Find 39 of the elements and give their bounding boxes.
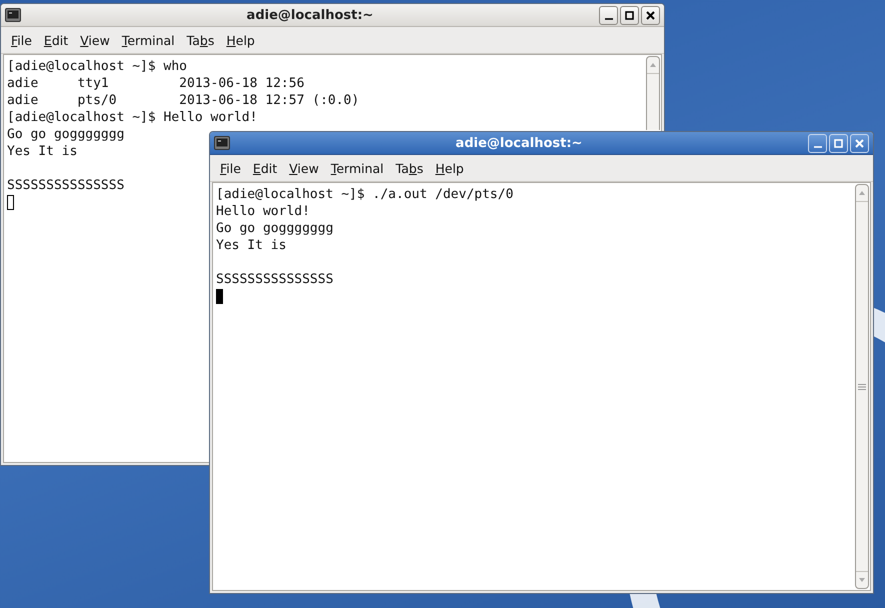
terminal-line: Yes It is <box>216 238 286 253</box>
minimize-button[interactable] <box>599 6 618 24</box>
menu-item[interactable]: Help <box>220 30 261 50</box>
terminal-line: adie tty1 2013-06-18 12:56 <box>7 76 304 91</box>
maximize-icon <box>624 10 635 20</box>
scrollbar[interactable] <box>646 56 660 130</box>
menu-item[interactable]: File <box>214 158 247 178</box>
terminal-line: SSSSSSSSSSSSSSS <box>216 272 334 287</box>
menu-item[interactable]: View <box>283 158 325 178</box>
menu-item[interactable]: View <box>74 30 116 50</box>
terminal-line: [adie@localhost ~]$ ./a.out /dev/pts/0 <box>216 187 514 202</box>
close-icon <box>645 10 656 20</box>
maximize-button[interactable] <box>620 6 639 24</box>
minimize-icon <box>814 146 822 148</box>
menu-item[interactable]: Tabs <box>180 30 220 50</box>
terminal-line: SSSSSSSSSSSSSSS <box>7 178 124 193</box>
close-icon <box>854 138 865 148</box>
menu-item[interactable]: Terminal <box>116 30 181 50</box>
terminal-line: Go go goggggggg <box>7 127 124 142</box>
minimize-icon <box>604 18 612 20</box>
menu-item[interactable]: Terminal <box>324 158 390 178</box>
terminal-line: Yes It is <box>7 144 78 159</box>
terminal-line: [adie@localhost ~]$ who <box>7 59 188 74</box>
terminal-line: adie pts/0 2013-06-18 12:57 (:0.0) <box>7 93 360 108</box>
terminal-icon <box>214 136 230 150</box>
menu-item[interactable]: Tabs <box>390 158 430 178</box>
close-button[interactable] <box>641 6 660 24</box>
terminal-icon <box>5 8 21 22</box>
terminal-line: Hello world! <box>216 204 310 219</box>
window-title: adie@localhost:~ <box>454 136 584 150</box>
grip-icon <box>858 384 866 390</box>
menu-item[interactable]: Help <box>429 158 470 178</box>
maximize-icon <box>833 138 844 148</box>
terminal-line: Go go goggggggg <box>216 221 334 236</box>
menu-item[interactable]: Edit <box>38 30 74 50</box>
menu-item[interactable]: Edit <box>246 158 284 178</box>
menu-item[interactable]: File <box>5 30 38 50</box>
window-title: adie@localhost:~ <box>246 8 374 22</box>
terminal-line: [adie@localhost ~]$ Hello world! <box>7 110 258 125</box>
